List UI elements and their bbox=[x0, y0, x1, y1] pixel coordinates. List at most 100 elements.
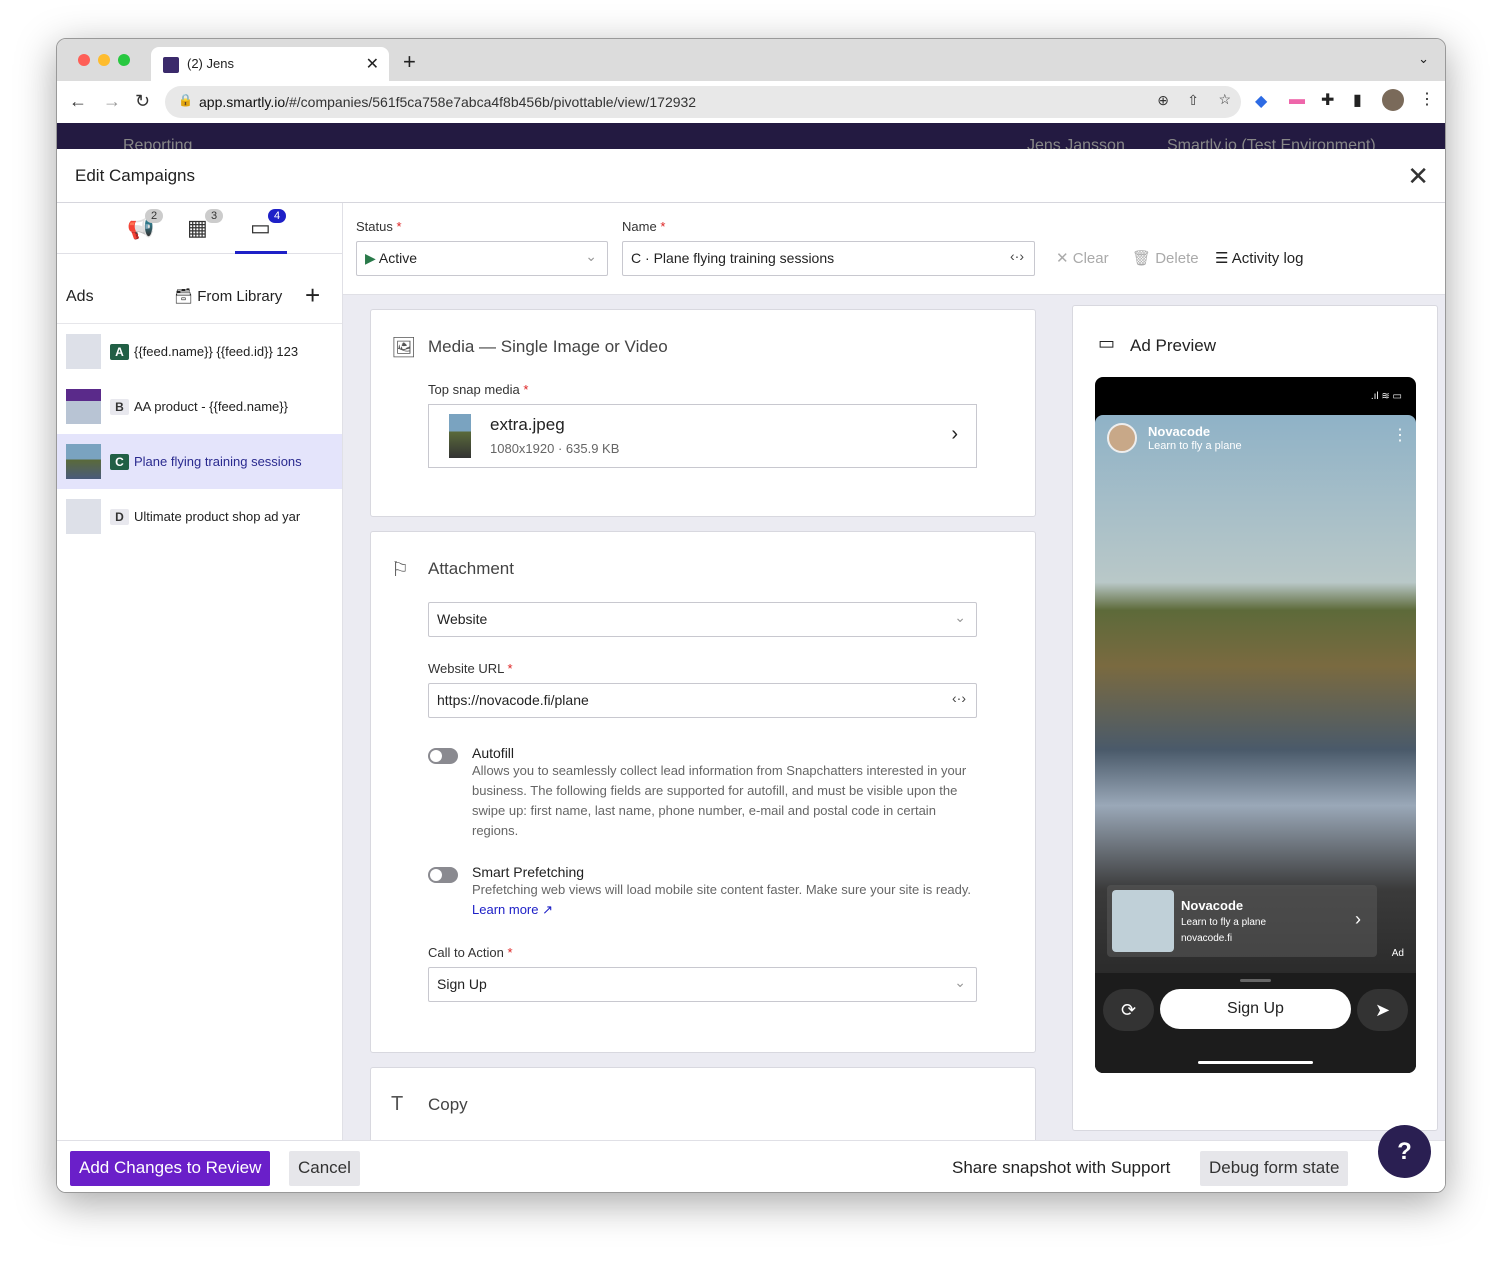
autofill-toggle[interactable] bbox=[428, 748, 458, 764]
attachment-type-value: Website bbox=[437, 611, 488, 627]
count-badge: 4 bbox=[268, 209, 287, 223]
tab-list-chevron-icon[interactable]: ⌄ bbox=[1418, 51, 1429, 67]
close-modal-icon[interactable]: ✕ bbox=[1407, 161, 1429, 192]
back-icon[interactable]: ← bbox=[69, 91, 87, 112]
add-changes-to-review-button[interactable]: Add Changes to Review bbox=[70, 1151, 271, 1186]
forward-icon[interactable]: → bbox=[103, 91, 121, 112]
attachment-card: ⚐ Attachment Website ⌄ Website URL * https… bbox=[370, 531, 1036, 1053]
plane-image: Novacode Learn to fly a plane ⋮ Novacode… bbox=[1095, 415, 1416, 973]
chevron-down-icon: ⌄ bbox=[954, 609, 966, 625]
name-label: Name bbox=[622, 219, 657, 234]
delete-label: Delete bbox=[1155, 250, 1199, 267]
ad-letter-badge: B bbox=[110, 399, 129, 415]
extensions-puzzle-icon[interactable]: ✚ bbox=[1321, 90, 1334, 110]
smart-prefetching-toggle[interactable] bbox=[428, 867, 458, 883]
close-tab-icon[interactable]: ✕ bbox=[366, 54, 379, 74]
help-chat-icon[interactable]: ? bbox=[1378, 1125, 1431, 1178]
copy-title: Copy bbox=[428, 1095, 468, 1114]
code-variable-icon[interactable]: ‹·› bbox=[952, 690, 966, 706]
ad-preview-card: ▭ Ad Preview .ıl ≋ ▭ Novacode Learn to f… bbox=[1072, 305, 1438, 1131]
media-file-selector[interactable]: extra.jpeg 1080x1920 · 635.9 KB › bbox=[428, 404, 977, 468]
name-input[interactable]: C · Plane flying training sessions ‹·› bbox=[622, 241, 1035, 276]
side-panel-icon[interactable]: ▮ bbox=[1353, 90, 1362, 110]
user-menu[interactable]: Jens Jansson bbox=[1027, 137, 1125, 149]
minimize-window-button[interactable] bbox=[98, 54, 110, 66]
tab-campaigns[interactable]: 📢 2 bbox=[127, 209, 164, 241]
browser-tab[interactable]: (2) Jens ✕ bbox=[151, 47, 389, 81]
ad-letter-badge: A bbox=[110, 344, 129, 360]
text-icon: T bbox=[391, 1093, 404, 1115]
ad-letter-badge: D bbox=[110, 509, 129, 525]
preview-title: Ad Preview bbox=[1130, 336, 1216, 355]
share-snapshot-button[interactable]: Share snapshot with Support bbox=[943, 1151, 1179, 1186]
website-url-input[interactable]: https://novacode.fi/plane ‹·› bbox=[428, 683, 977, 718]
tab-ads[interactable]: ▭ 4 bbox=[250, 209, 287, 241]
website-url-value: https://novacode.fi/plane bbox=[437, 692, 589, 708]
chevron-right-icon: › bbox=[1355, 909, 1361, 929]
clear-button[interactable]: ✕ Clear bbox=[1056, 249, 1109, 267]
debug-form-state-button[interactable]: Debug form state bbox=[1200, 1151, 1349, 1186]
attachment-title: Attachment bbox=[428, 559, 514, 578]
trash-icon: 🗑 bbox=[1132, 250, 1152, 267]
add-ad-button[interactable]: + bbox=[305, 280, 320, 311]
prefetch-title: Smart Prefetching bbox=[472, 864, 585, 880]
ad-list-item[interactable]: B AA product - {{feed.name}} bbox=[57, 379, 342, 434]
reload-icon[interactable]: ↻ bbox=[135, 91, 150, 112]
learn-more-link[interactable]: Learn more ↗ bbox=[472, 902, 553, 917]
new-tab-button[interactable]: + bbox=[403, 49, 416, 75]
cta-value: Sign Up bbox=[437, 976, 487, 992]
tablet-icon: ▭ bbox=[1098, 333, 1116, 353]
extension-icon[interactable]: ◆ bbox=[1255, 91, 1267, 111]
ad-name: Plane flying training sessions bbox=[134, 454, 302, 469]
name-value: Plane flying training sessions bbox=[653, 250, 835, 266]
delete-button[interactable]: 🗑 Delete bbox=[1132, 249, 1199, 267]
status-bar-icons: .ıl ≋ ▭ bbox=[1370, 391, 1402, 402]
copy-card: T Copy bbox=[370, 1067, 1036, 1140]
ad-tag: Ad bbox=[1391, 948, 1404, 959]
bookmark-star-icon[interactable]: ☆ bbox=[1218, 91, 1231, 108]
ad-list-item[interactable]: A {{feed.name}} {{feed.id}} 123 bbox=[57, 324, 342, 379]
ad-form-area: 🖼 Media — Single Image or Video Top snap … bbox=[343, 295, 1445, 1140]
cancel-button[interactable]: Cancel bbox=[289, 1151, 360, 1186]
close-window-button[interactable] bbox=[78, 54, 90, 66]
snap-bottom-bar: ⟳ Sign Up ➤ bbox=[1095, 973, 1416, 1073]
play-icon: ▶ bbox=[365, 250, 376, 266]
ad-thumbnail bbox=[66, 334, 101, 369]
ad-letter-badge: C bbox=[110, 454, 129, 470]
from-library-button[interactable]: 🗃 From Library bbox=[174, 287, 282, 305]
cta-select[interactable]: Sign Up ⌄ bbox=[428, 967, 977, 1002]
maximize-window-button[interactable] bbox=[118, 54, 130, 66]
list-icon: ☰ bbox=[1215, 250, 1229, 267]
attachment-brand: Novacode bbox=[1181, 898, 1244, 913]
status-value: Active bbox=[378, 250, 418, 266]
send-icon: ➤ bbox=[1357, 989, 1408, 1031]
browser-menu-icon[interactable]: ⋮ bbox=[1419, 89, 1435, 109]
tab-ad-sets[interactable]: ▦ 3 bbox=[187, 209, 224, 241]
code-variable-icon[interactable]: ‹·› bbox=[1010, 248, 1024, 264]
home-indicator bbox=[1198, 1061, 1313, 1064]
profile-avatar[interactable] bbox=[1382, 89, 1404, 111]
activity-log-button[interactable]: ☰ Activity log bbox=[1215, 249, 1304, 267]
snap-ad-preview: .ıl ≋ ▭ Novacode Learn to fly a plane ⋮ … bbox=[1095, 377, 1416, 1073]
brand-name: Novacode bbox=[1148, 424, 1211, 439]
account-menu[interactable]: Smartly.io (Test Environment) bbox=[1167, 137, 1376, 149]
edit-campaigns-modal: Edit Campaigns ✕ 📢 2 ▦ 3 ▭ 4 Ads 🗃 From Libr… bbox=[57, 149, 1445, 1192]
ad-thumbnail bbox=[66, 389, 101, 424]
share-icon[interactable]: ⇧ bbox=[1187, 92, 1199, 109]
attachment-type-select[interactable]: Website ⌄ bbox=[428, 602, 977, 637]
url-input[interactable]: 🔒 app.smartly.io/#/companies/561f5ca758e7… bbox=[165, 86, 1241, 118]
ad-list-item-selected[interactable]: C Plane flying training sessions bbox=[57, 434, 342, 489]
ad-list-item[interactable]: D Ultimate product shop ad yar bbox=[57, 489, 342, 544]
activity-log-label: Activity log bbox=[1231, 250, 1304, 267]
image-icon: 🖼 bbox=[391, 337, 417, 359]
autofill-title: Autofill bbox=[472, 745, 515, 761]
status-select[interactable]: ▶ Active ⌄ bbox=[356, 241, 608, 276]
name-prefix: C bbox=[631, 250, 642, 266]
ad-thumbnail bbox=[66, 499, 101, 534]
reporting-menu[interactable]: Reporting bbox=[123, 137, 192, 149]
cta-label: Call to Action bbox=[428, 945, 504, 960]
url-path: /#/companies/561f5ca758e7abca4f8b456b/pi… bbox=[285, 94, 697, 110]
browser-window: (2) Jens ✕ + ⌄ ← → ↻ 🔒 app.smartly.io/#/co… bbox=[56, 38, 1446, 1193]
extension-icon[interactable]: ▬ bbox=[1289, 91, 1305, 109]
zoom-icon[interactable]: ⊕ bbox=[1157, 92, 1169, 109]
